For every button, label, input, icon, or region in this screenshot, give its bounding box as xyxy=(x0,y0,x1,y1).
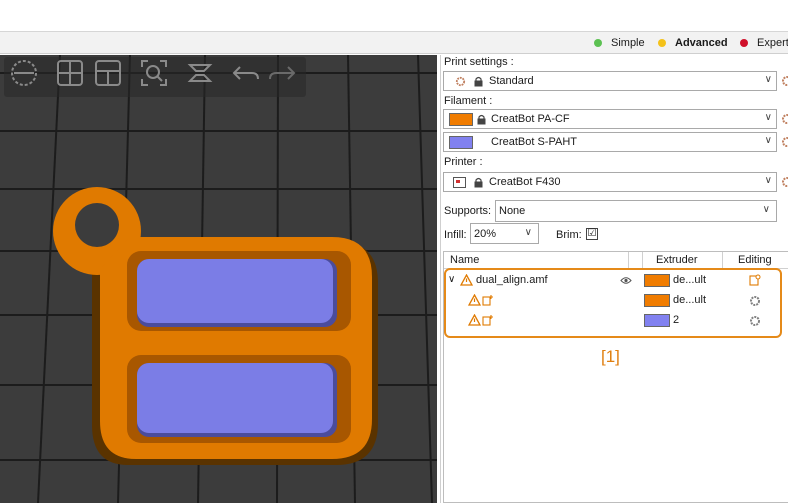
chevron-down-icon: ∨ xyxy=(764,135,772,146)
column-divider xyxy=(642,252,643,269)
filament-color-swatch[interactable] xyxy=(449,113,473,126)
chevron-down-icon: ∨ xyxy=(764,112,772,123)
printer-label: Printer : xyxy=(444,156,483,168)
3d-viewport[interactable] xyxy=(0,55,437,503)
mode-advanced-button[interactable]: Advanced xyxy=(658,32,728,54)
filament-1-name: CreatBot PA-CF xyxy=(491,113,570,125)
undo-icon[interactable] xyxy=(230,57,262,89)
brim-label: Brim: xyxy=(556,229,582,241)
supports-value: None xyxy=(499,205,526,217)
filament-label: Filament : xyxy=(444,95,493,107)
supports-combo[interactable]: None ∨ xyxy=(495,200,777,222)
print-bed-scene[interactable] xyxy=(0,55,437,503)
print-settings-combo[interactable]: Standard ∨ xyxy=(443,71,777,91)
zoom-out-icon[interactable] xyxy=(8,57,40,89)
inlay-bottom xyxy=(137,363,333,433)
supports-label: Supports: xyxy=(444,205,492,217)
print-settings-value: Standard xyxy=(489,75,534,87)
chevron-down-icon: ∨ xyxy=(524,227,532,238)
filament-combo-2[interactable]: CreatBot S-PAHT ∨ xyxy=(443,132,777,152)
gear-icon[interactable] xyxy=(781,176,788,188)
lock-icon xyxy=(474,177,483,188)
infill-combo[interactable]: 20% ∨ xyxy=(470,223,539,244)
gear-icon xyxy=(455,76,466,87)
highlight-box xyxy=(444,268,782,338)
gear-icon[interactable] xyxy=(781,75,788,87)
yellow-dot-icon xyxy=(658,39,666,47)
inlay-top xyxy=(137,259,333,323)
column-editing-header[interactable]: Editing xyxy=(738,254,772,266)
infill-label: Infill: xyxy=(444,229,467,241)
callout-label: [1] xyxy=(601,347,620,366)
column-name-header[interactable]: Name xyxy=(450,254,479,266)
chevron-down-icon: ∨ xyxy=(764,74,772,85)
mode-expert-button[interactable]: Expert xyxy=(740,32,788,54)
mode-bar: Simple Advanced Expert xyxy=(0,32,788,54)
lock-icon xyxy=(474,76,483,87)
mode-simple-button[interactable]: Simple xyxy=(594,32,645,54)
filament-combo-1[interactable]: CreatBot PA-CF ∨ xyxy=(443,109,777,129)
zoom-to-fit-icon[interactable] xyxy=(138,57,170,89)
printer-icon xyxy=(453,177,466,188)
top-bar xyxy=(0,0,788,32)
mode-advanced-label: Advanced xyxy=(675,37,728,49)
gear-icon[interactable] xyxy=(781,136,788,148)
filament-2-name: CreatBot S-PAHT xyxy=(491,136,577,148)
redo-icon[interactable] xyxy=(266,57,298,89)
layers-icon[interactable] xyxy=(184,57,216,89)
printer-value: CreatBot F430 xyxy=(489,176,561,188)
green-dot-icon xyxy=(594,39,602,47)
layout-split-icon[interactable] xyxy=(92,57,124,89)
layout-grid-icon[interactable] xyxy=(54,57,86,89)
column-divider xyxy=(628,252,629,269)
mode-expert-label: Expert xyxy=(757,37,788,49)
mode-simple-label: Simple xyxy=(611,37,645,49)
print-settings-label: Print settings : xyxy=(444,56,514,68)
gear-icon[interactable] xyxy=(781,113,788,125)
printer-combo[interactable]: CreatBot F430 ∨ xyxy=(443,172,777,192)
object-list-header: Name Extruder Editing xyxy=(444,252,788,269)
keyring-hole xyxy=(75,203,119,247)
lock-icon xyxy=(477,114,486,125)
chevron-down-icon: ∨ xyxy=(762,204,770,215)
brim-checkbox[interactable]: ☑ xyxy=(586,228,598,240)
filament-color-swatch[interactable] xyxy=(449,136,473,149)
chevron-down-icon: ∨ xyxy=(764,175,772,186)
column-extruder-header[interactable]: Extruder xyxy=(656,254,698,266)
view-toolbar xyxy=(4,57,306,97)
infill-value: 20% xyxy=(474,228,497,240)
red-dot-icon xyxy=(740,39,748,47)
column-divider xyxy=(722,252,723,269)
